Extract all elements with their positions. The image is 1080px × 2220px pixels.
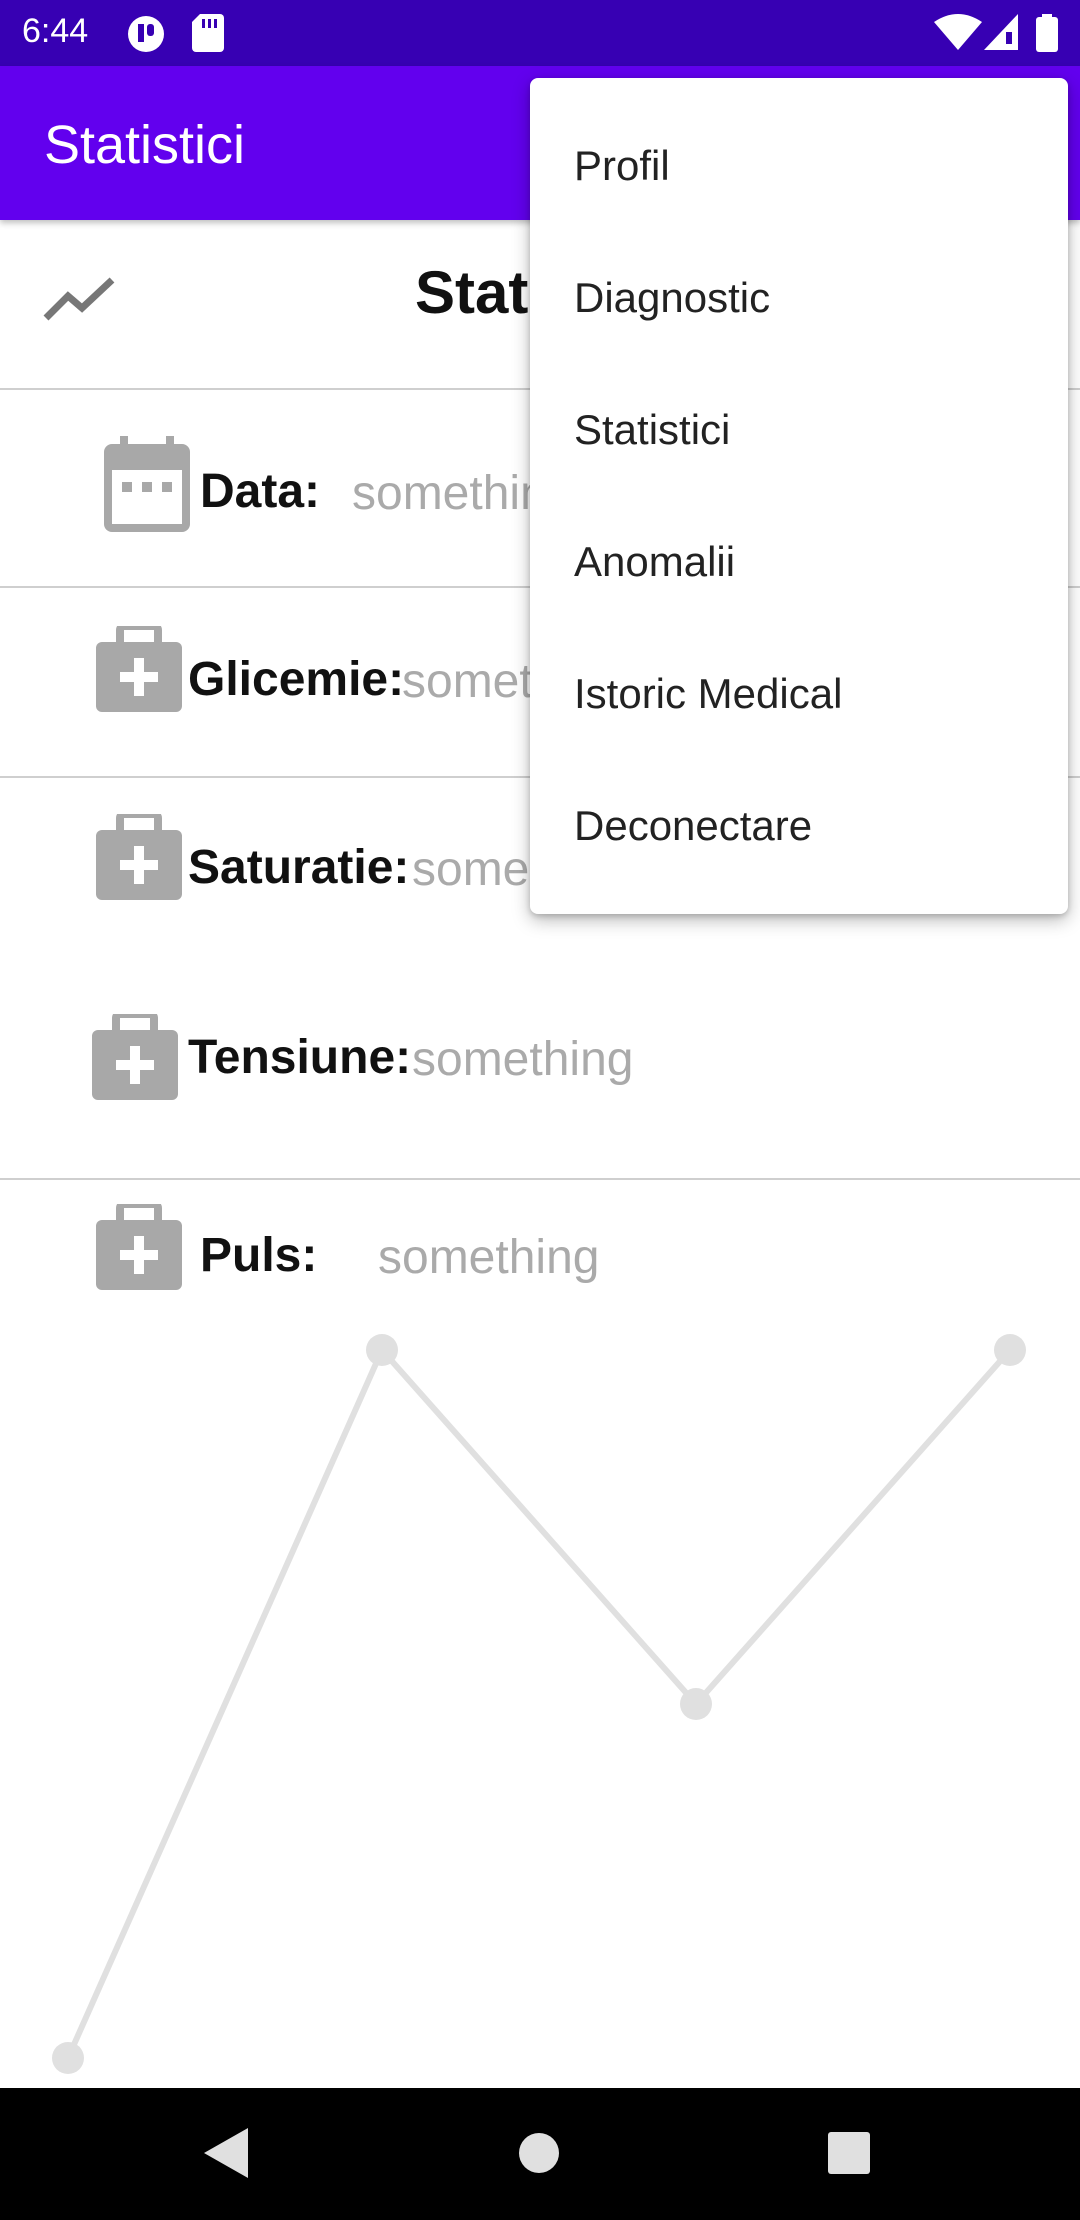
menu-item-label: Anomalii xyxy=(574,538,736,585)
cell-signal-icon xyxy=(984,14,1018,50)
field-row-puls: Puls: something xyxy=(0,1180,1080,1300)
menu-item[interactable]: Deconectare xyxy=(530,758,1068,890)
navigation-bar xyxy=(0,2088,1080,2220)
field-label: Saturatie: xyxy=(188,841,410,894)
field-label: Glicemie: xyxy=(188,653,405,706)
menu-item-label: Deconectare xyxy=(574,802,813,849)
overflow-menu: Profil Diagnostic Statistici Anomalii Istori… xyxy=(530,78,1068,914)
data-point xyxy=(680,1688,712,1720)
sd-card-icon xyxy=(192,14,224,52)
menu-item[interactable]: Profil xyxy=(530,98,1068,230)
menu-item[interactable]: Diagnostic xyxy=(530,230,1068,362)
menu-item[interactable]: Istoric Medical xyxy=(530,626,1068,758)
app-bar-title: Statistici xyxy=(44,115,246,175)
calendar-icon xyxy=(104,436,190,532)
menu-item-label: Diagnostic xyxy=(574,274,771,321)
medical-kit-icon xyxy=(96,1204,182,1290)
back-button-icon[interactable] xyxy=(204,2128,248,2178)
menu-item[interactable]: Anomalii xyxy=(530,494,1068,626)
data-point xyxy=(994,1334,1026,1366)
medical-kit-icon xyxy=(96,626,182,712)
notification-app-icon xyxy=(128,16,164,52)
series-line xyxy=(65,1344,1013,2060)
wifi-icon xyxy=(934,14,982,50)
field-label: Tensiune: xyxy=(188,1031,412,1084)
status-time: 6:44 xyxy=(22,12,89,50)
medical-kit-icon xyxy=(96,814,182,900)
data-point xyxy=(52,2042,84,2074)
battery-icon xyxy=(1036,14,1058,52)
menu-item-label: Statistici xyxy=(574,406,731,453)
status-bar: 6:44 xyxy=(0,0,1080,66)
data-point xyxy=(366,1334,398,1366)
menu-item-label: Istoric Medical xyxy=(574,670,843,717)
menu-item-label: Profil xyxy=(574,142,670,189)
field-row-tensiune: Tensiune: something xyxy=(0,958,1080,1180)
line-chart xyxy=(52,1334,1026,2074)
menu-item[interactable]: Statistici xyxy=(530,362,1068,494)
field-value: something xyxy=(378,1231,600,1284)
medical-kit-icon xyxy=(92,1014,178,1100)
home-button-icon[interactable] xyxy=(518,2132,560,2174)
field-value: something xyxy=(412,1033,634,1086)
field-label: Data: xyxy=(200,465,321,518)
field-label: Puls: xyxy=(200,1229,318,1282)
recents-button-icon[interactable] xyxy=(828,2132,870,2174)
